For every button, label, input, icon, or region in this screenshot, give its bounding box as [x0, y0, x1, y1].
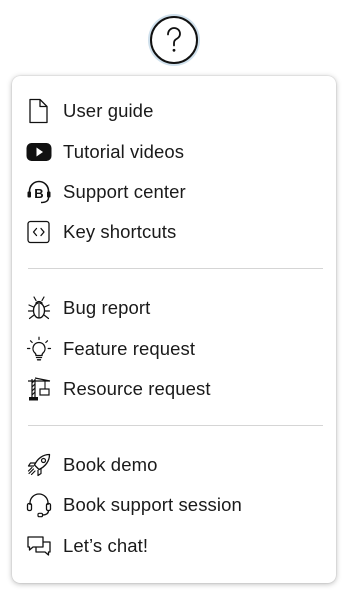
menu-item-label: Key shortcuts	[63, 221, 177, 242]
crane-icon	[26, 376, 52, 402]
code-brackets-icon	[26, 219, 52, 245]
svg-text:B: B	[34, 186, 43, 201]
menu-item-label: Tutorial videos	[63, 141, 185, 162]
menu-item-book-support-session[interactable]: Book support session	[26, 489, 322, 521]
document-icon	[26, 98, 52, 124]
menu-item-lets-chat[interactable]: Let’s chat!	[26, 530, 322, 562]
menu-item-support-center[interactable]: B Support center	[26, 176, 322, 208]
menu-item-resource-request[interactable]: Resource request	[26, 373, 322, 405]
help-button[interactable]	[148, 14, 200, 66]
menu-item-bug-report[interactable]: Bug report	[26, 292, 322, 324]
bug-icon	[26, 295, 52, 321]
question-mark-icon	[167, 27, 181, 52]
menu-item-label: Resource request	[63, 378, 211, 399]
play-video-icon	[26, 139, 52, 165]
rocket-icon	[26, 452, 52, 478]
menu-item-label: Book demo	[63, 454, 158, 475]
help-button-face	[150, 16, 198, 64]
headset-icon	[26, 492, 52, 518]
menu-item-label: Let’s chat!	[63, 535, 149, 556]
help-menu: User guide Tutorial videos B Support cen…	[12, 76, 336, 583]
menu-item-label: User guide	[63, 100, 154, 121]
menu-divider	[28, 268, 323, 269]
menu-item-tutorial-videos[interactable]: Tutorial videos	[26, 136, 322, 168]
menu-item-book-demo[interactable]: Book demo	[26, 449, 322, 481]
menu-divider	[28, 425, 323, 426]
menu-item-label: Bug report	[63, 297, 151, 318]
menu-item-user-guide[interactable]: User guide	[26, 95, 322, 127]
chat-bubbles-icon	[26, 533, 52, 559]
menu-item-key-shortcuts[interactable]: Key shortcuts	[26, 216, 322, 248]
menu-item-label: Book support session	[63, 494, 242, 515]
support-center-icon: B	[26, 179, 52, 205]
menu-item-label: Feature request	[63, 338, 196, 359]
lightbulb-icon	[26, 336, 52, 362]
menu-item-feature-request[interactable]: Feature request	[26, 333, 322, 365]
menu-item-label: Support center	[63, 181, 186, 202]
